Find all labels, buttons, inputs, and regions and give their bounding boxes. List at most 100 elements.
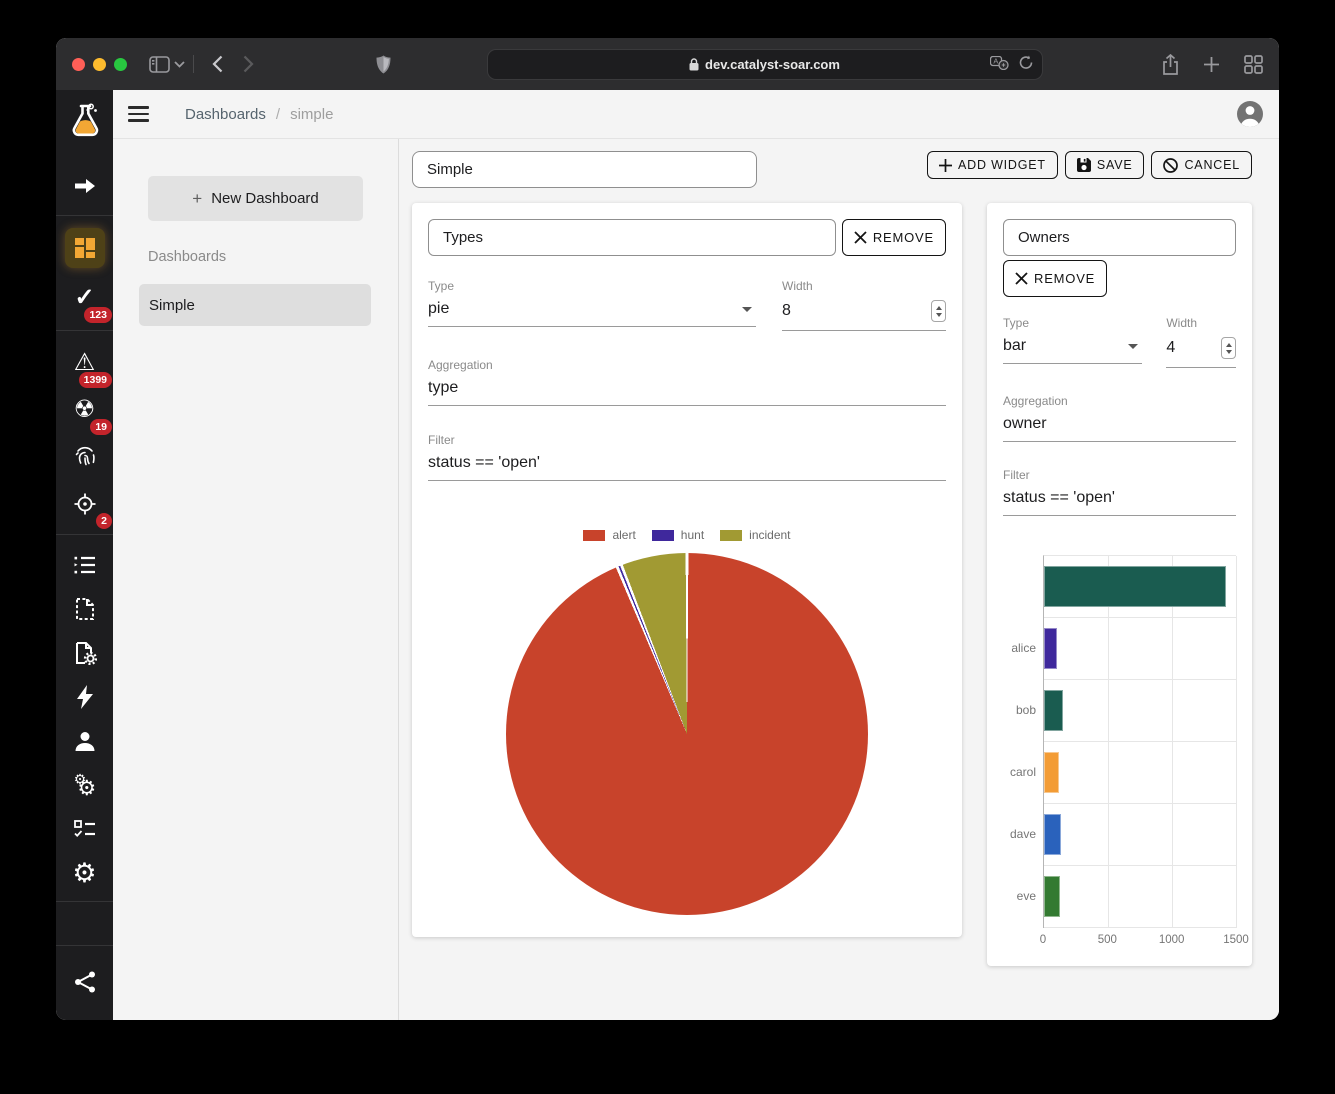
bar[interactable]: [1044, 628, 1057, 669]
lightning-icon[interactable]: [56, 675, 113, 719]
new-dashboard-button[interactable]: + New Dashboard: [148, 176, 363, 221]
person-icon[interactable]: [56, 719, 113, 763]
list-icon[interactable]: [56, 543, 113, 587]
chevron-down-icon[interactable]: [174, 61, 185, 68]
zoom-window-button[interactable]: [114, 58, 127, 71]
pie-chart-legend: alert hunt incident: [428, 528, 946, 542]
checklist-icon[interactable]: [56, 807, 113, 851]
dashboard-editor: ADD WIDGET SAVE CANCEL: [399, 139, 1279, 1020]
back-button[interactable]: [202, 55, 233, 73]
dashboards-panel: + New Dashboard Dashboards Simple: [113, 139, 399, 1020]
targets-badge: 2: [96, 513, 112, 529]
share-network-icon[interactable]: [56, 960, 113, 1004]
sidebar-item-alerts[interactable]: ⚠ 1399: [56, 341, 113, 385]
fingerprint-icon[interactable]: [56, 434, 113, 478]
widget-filter-input[interactable]: Filter status == 'open': [1003, 468, 1236, 516]
sidebar-item-targets[interactable]: 2: [56, 482, 113, 526]
tab-overview-icon[interactable]: [1244, 55, 1263, 74]
bar-chart: alicebobcaroldaveeve 050010001500: [1003, 555, 1236, 950]
close-window-button[interactable]: [72, 58, 85, 71]
sidebar-toggle-icon[interactable]: [149, 56, 170, 73]
cancel-prohibition-icon: [1163, 158, 1178, 173]
remove-widget-button[interactable]: REMOVE: [1003, 260, 1107, 297]
bar-chart-x-ticks: 050010001500: [1043, 928, 1236, 950]
traffic-lights: [72, 58, 127, 71]
draft-document-icon[interactable]: [56, 587, 113, 631]
close-x-icon: [854, 231, 867, 244]
y-category-label: alice: [1003, 617, 1043, 679]
y-category-label: eve: [1003, 865, 1043, 927]
legend-label: hunt: [681, 528, 704, 542]
widget-filter-input[interactable]: Filter status == 'open': [428, 433, 946, 481]
sidebar-item-cases[interactable]: ☢ 19: [56, 388, 113, 432]
widget-type-select[interactable]: Type bar: [1003, 316, 1142, 368]
user-avatar[interactable]: [1237, 101, 1263, 127]
cancel-button[interactable]: CANCEL: [1151, 151, 1252, 179]
remove-widget-button[interactable]: REMOVE: [842, 219, 946, 256]
breadcrumb: Dashboards / simple: [185, 106, 333, 123]
bar[interactable]: [1044, 690, 1063, 731]
gears-icon[interactable]: ⚙⚙: [56, 763, 113, 807]
legend-item[interactable]: alert: [583, 528, 635, 542]
dashboard-list-item-simple[interactable]: Simple: [139, 284, 371, 326]
bar[interactable]: [1044, 814, 1061, 855]
arrow-right-icon[interactable]: [56, 164, 113, 208]
breadcrumb-current: simple: [290, 106, 333, 123]
cases-badge: 19: [90, 419, 112, 435]
catalyst-flask-logo[interactable]: [56, 98, 113, 142]
minimize-window-button[interactable]: [93, 58, 106, 71]
settings-gear-icon[interactable]: ⚙: [56, 851, 113, 895]
widget-name-input[interactable]: [1003, 219, 1236, 256]
widget-type-select[interactable]: Type pie: [428, 279, 756, 331]
add-widget-button[interactable]: ADD WIDGET: [927, 151, 1058, 179]
bar-chart-plot: [1043, 555, 1236, 928]
plus-icon: [939, 159, 952, 172]
bar[interactable]: [1044, 752, 1059, 793]
widget-name-input[interactable]: [428, 219, 836, 256]
y-category-label: carol: [1003, 741, 1043, 803]
svg-text:A: A: [993, 56, 998, 65]
tasks-badge: 123: [84, 307, 112, 323]
bar-row: [1044, 742, 1236, 804]
bar-chart-y-labels: alicebobcaroldaveeve: [1003, 555, 1043, 928]
widget-width-input[interactable]: Width 4: [1166, 316, 1236, 368]
new-tab-icon[interactable]: [1203, 56, 1220, 73]
y-category-label: dave: [1003, 803, 1043, 865]
gridline: [1236, 556, 1237, 928]
document-gear-icon[interactable]: [56, 631, 113, 675]
menu-hamburger-icon[interactable]: [128, 106, 149, 122]
address-bar[interactable]: dev.catalyst-soar.com A: [487, 49, 1043, 80]
url-text: dev.catalyst-soar.com: [705, 57, 840, 72]
sidebar-item-tasks[interactable]: ✓ 123: [56, 276, 113, 320]
reload-icon[interactable]: [1019, 55, 1033, 73]
bar-row: [1044, 804, 1236, 866]
widget-aggregation-input[interactable]: Aggregation owner: [1003, 394, 1236, 442]
number-stepper[interactable]: [931, 300, 946, 322]
legend-label: incident: [749, 528, 790, 542]
dashboard-name-input[interactable]: [412, 151, 757, 188]
legend-item[interactable]: incident: [720, 528, 790, 542]
browser-window: dev.catalyst-soar.com A: [56, 38, 1279, 1020]
legend-label: alert: [612, 528, 635, 542]
widget-aggregation-input[interactable]: Aggregation type: [428, 358, 946, 406]
shield-privacy-icon[interactable]: [376, 55, 391, 74]
save-button[interactable]: SAVE: [1065, 151, 1145, 179]
bar[interactable]: [1044, 876, 1060, 917]
widget-width-input[interactable]: Width 8: [782, 279, 946, 331]
sidebar-item-dashboards[interactable]: [56, 228, 113, 268]
breadcrumb-dashboards-link[interactable]: Dashboards: [185, 106, 266, 123]
x-tick-label: 500: [1098, 934, 1117, 946]
plus-icon: +: [192, 189, 202, 209]
share-icon[interactable]: [1162, 54, 1179, 75]
warning-triangle-icon: ⚠: [74, 351, 96, 375]
bar-row: [1044, 680, 1236, 742]
floppy-save-icon: [1077, 158, 1091, 172]
close-x-icon: [1015, 272, 1028, 285]
legend-item[interactable]: hunt: [652, 528, 704, 542]
bar-row: [1044, 866, 1236, 928]
forward-button[interactable]: [233, 55, 264, 73]
check-icon: ✓: [74, 286, 94, 310]
bar[interactable]: [1044, 566, 1226, 607]
number-stepper[interactable]: [1221, 337, 1236, 359]
translate-icon[interactable]: A: [990, 56, 1009, 73]
